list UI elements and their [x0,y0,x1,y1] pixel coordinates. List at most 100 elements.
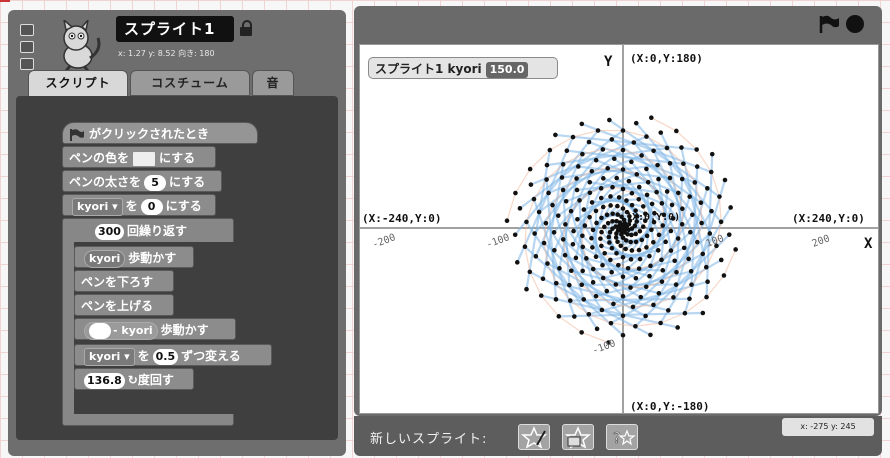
turn-degrees-input[interactable]: 136.8 [84,372,125,389]
pattern-dot [651,239,656,245]
pattern-dot [564,148,570,153]
set-var-suffix: にする [165,199,202,213]
pattern-dot [589,200,595,205]
pattern-dot [649,115,654,120]
pattern-dot [610,219,615,224]
pattern-dot [581,297,587,302]
pattern-dot [609,269,614,275]
variable-dropdown[interactable]: kyori ▾ [72,197,123,216]
choose-sprite-file-button[interactable] [562,424,594,450]
pattern-dot [575,217,580,222]
pattern-dot [671,295,676,300]
random-sprite-button[interactable]: ? [606,424,638,450]
change-var-dropdown[interactable]: kyori ▾ [84,347,135,366]
spiral-pattern [504,115,738,345]
pattern-dot [620,147,626,153]
pattern-dot [614,218,619,224]
pattern-dot [600,275,606,281]
rotation-style-none-icon[interactable] [20,58,34,70]
pattern-dot [651,148,656,154]
kyori-reporter[interactable]: kyori [84,249,126,268]
pattern-dot [607,240,612,245]
pattern-dot [587,214,592,220]
stage[interactable] [359,44,879,414]
move-negative-kyori-block[interactable]: - kyori 歩動かす [74,318,236,340]
move-kyori-block[interactable]: kyori 歩動かす [74,246,194,268]
pattern-dot [651,302,656,308]
change-variable-block[interactable]: kyori ▾ を 0.5 ずつ変える [74,344,272,366]
repeat-count-input[interactable]: 300 [95,223,124,240]
change-var-name: kyori [89,349,121,363]
pattern-dot [675,325,680,330]
scripts-area[interactable]: がクリックされたとき ペンの色を にする ペンの太さを 5 にする kyori ▾ を 0… [16,96,338,440]
mouse-coordinates: x: -275 y: 245 [782,418,874,436]
when-flag-clicked-block[interactable]: がクリックされたとき [62,122,258,144]
pattern-dot [665,308,671,313]
paint-new-sprite-button[interactable] [518,424,550,450]
pattern-dot [543,220,549,226]
pattern-dot [615,212,620,217]
pattern-dot [555,213,561,218]
pattern-dot [644,192,650,198]
pattern-dot [610,211,615,217]
pattern-dot [629,202,635,208]
pattern-dot [594,326,600,332]
tab-sounds[interactable]: 音 [252,70,294,96]
pattern-dot [608,203,613,208]
pattern-dot [556,314,562,319]
set-variable-block[interactable]: kyori ▾ を 0 にする [62,194,216,216]
pattern-dot [608,320,614,326]
pattern-dot [579,282,585,288]
pen-color-swatch[interactable] [133,151,156,166]
pattern-dot [705,279,710,285]
pattern-dot [560,187,566,193]
sprite-name-field[interactable]: スプライト1 [116,16,234,42]
pattern-dot [599,307,605,313]
pattern-dot [629,159,634,165]
pattern-dot [664,189,670,194]
pattern-dot [633,275,639,281]
zero-slot[interactable] [89,322,111,339]
pattern-dot [522,244,528,250]
set-var-value[interactable]: 0 [140,198,163,215]
pattern-dot [589,168,595,174]
variable-watcher[interactable]: スプライト1 kyori 150.0 [368,57,558,79]
green-flag-button-icon[interactable] [818,15,840,33]
pen-size-input[interactable]: 5 [144,174,167,191]
pattern-dot [606,234,612,240]
stop-button-icon[interactable] [846,15,864,33]
green-flag-icon [70,128,84,141]
rotation-style-flip-icon[interactable] [20,41,34,53]
pattern-dot [699,220,704,226]
pattern-dot [681,161,686,167]
pattern-dot [601,176,606,181]
change-var-value[interactable]: 0.5 [152,348,179,365]
when-flag-label: がクリックされたとき [89,127,210,141]
variable-name: kyori [77,199,109,213]
pattern-dot [669,202,675,208]
set-pen-size-block[interactable]: ペンの太さを 5 にする [62,170,222,192]
subtract-operator[interactable]: - kyori [84,321,158,340]
pattern-dot [695,239,700,245]
pen-up-block[interactable]: ペンを上げる [74,294,174,316]
pattern-dot [675,236,681,241]
tab-costumes[interactable]: コスチューム [130,70,250,96]
tab-scripts[interactable]: スクリプト [28,70,128,98]
pattern-dot [707,231,713,236]
pen-down-block[interactable]: ペンを下ろす [74,270,174,292]
pattern-dot [639,153,644,158]
pattern-trail [630,286,647,289]
move-label: 歩動かす [128,251,177,265]
pattern-dot [559,175,565,180]
rotation-style-rotate-icon[interactable] [20,24,34,36]
lock-icon[interactable] [240,20,252,36]
turn-block[interactable]: 136.8 ↻度回す [74,368,194,390]
red-mark [0,0,10,10]
pattern-dot [568,208,574,214]
set-pen-color-block[interactable]: ペンの色を にする [62,146,216,168]
pattern-dot [718,219,724,225]
pattern-dot [637,228,643,234]
pattern-dot [659,201,665,206]
pattern-dot [560,162,566,167]
pattern-dot [589,235,594,241]
